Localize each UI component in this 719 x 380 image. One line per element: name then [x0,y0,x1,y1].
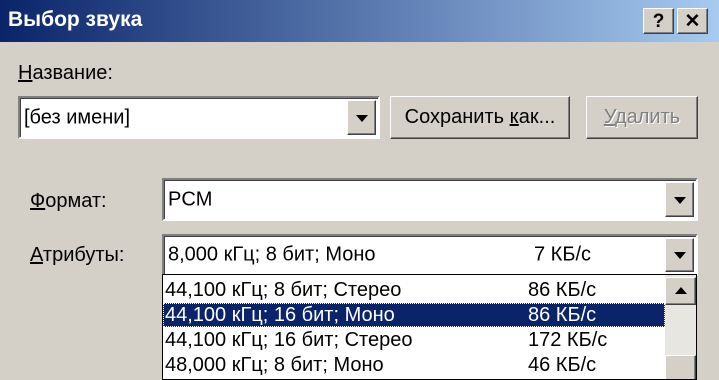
delete-button[interactable]: Удалить [586,96,698,139]
attributes-combobox[interactable]: 8,000 кГц; 8 бит; Моно 7 КБ/с [162,234,698,276]
chevron-down-icon[interactable] [665,238,694,272]
list-item[interactable]: 44,100 кГц; 8 бит; Стерео 86 КБ/с [163,278,665,302]
chevron-down-icon[interactable] [347,100,376,135]
attributes-label: Атрибуты: [30,244,125,266]
close-button[interactable]: ✕ [677,8,708,34]
name-value: [без имени] [24,106,131,128]
help-icon: ? [652,11,665,32]
attributes-rate: 7 КБ/с [534,243,592,266]
format-label: Формат: [30,190,107,212]
format-combobox[interactable]: PCM [162,178,698,221]
help-button[interactable]: ? [643,8,674,34]
title-bar: Выбор звука ? ✕ [0,0,719,42]
list-item[interactable]: 44,100 кГц; 16 бит; Стерео 172 КБ/с [163,328,665,352]
list-item[interactable]: 48,000 кГц; 8 бит; Моно 46 КБ/с [163,353,665,377]
window-title: Выбор звука [8,8,143,31]
close-icon: ✕ [684,11,701,32]
attributes-dropdown-list[interactable]: 44,100 кГц; 8 бит; Стерео 86 КБ/с 44,100 … [162,274,697,380]
list-item-selected[interactable]: 44,100 кГц; 16 бит; Моно 86 КБ/с [163,303,665,327]
scrollbar[interactable] [665,275,696,379]
save-as-button[interactable]: Сохранить как... [390,96,570,139]
scroll-up-arrow-icon[interactable] [665,277,696,305]
scroll-thumb[interactable] [665,355,696,379]
chevron-down-icon[interactable] [665,182,694,217]
attributes-value: 8,000 кГц; 8 бит; Моно [168,243,376,266]
name-combobox[interactable]: [без имени] [18,96,380,139]
name-label: Название: [18,62,113,84]
format-value: PCM [168,188,213,210]
